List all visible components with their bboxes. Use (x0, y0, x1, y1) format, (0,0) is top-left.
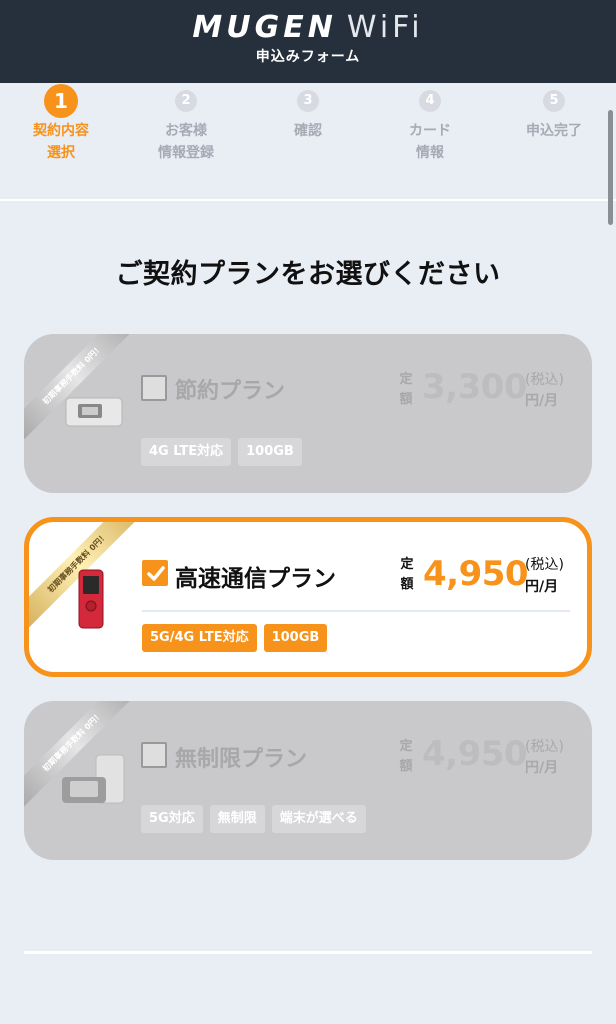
price-label: 定額 (399, 372, 413, 407)
step-5: 5 申込完了 (494, 86, 614, 142)
plan-price: 3,300 (422, 367, 528, 407)
price-unit: 円/月 (525, 760, 559, 776)
section-divider (24, 951, 592, 954)
step-label: 申込完了 (526, 123, 582, 139)
plan-tags: 4G LTE対応 100GB (141, 438, 302, 466)
plan-card-unlimited[interactable]: 初期事務手数料 0円！ 無制限プラン 定額 4,950 (税込) 円/月 5G対… (24, 701, 592, 860)
step-label: 契約内容 選択 (33, 123, 89, 161)
step-label: お客様 情報登録 (158, 123, 214, 161)
plan-tag: 4G LTE対応 (141, 438, 232, 466)
plan-name: 高速通信プラン (175, 566, 336, 592)
mugen-wifi-logo: MUGEN WiFi (0, 10, 616, 46)
plan-tag: 端末が選べる (271, 805, 366, 833)
checkmark-icon (147, 566, 165, 581)
plan-tag: 5G対応 (141, 805, 203, 833)
step-number: 4 (419, 90, 441, 112)
tax-included-label: (税込) (525, 739, 564, 755)
plan-tag: 100GB (263, 624, 328, 652)
pocket-router-image (65, 397, 123, 427)
plan-tags: 5G対応 無制限 端末が選べる (141, 805, 366, 833)
plan-tag: 無制限 (209, 805, 265, 833)
plan-price: 4,950 (423, 554, 529, 594)
step-number: 2 (175, 90, 197, 112)
step-number: 5 (543, 90, 565, 112)
plan-checkbox[interactable] (141, 375, 167, 401)
card-divider (142, 610, 570, 612)
price-label: 定額 (399, 739, 413, 774)
step-label: 確認 (294, 123, 322, 139)
progress-steps: 1 契約内容 選択 2 お客様 情報登録 3 確認 4 カード 情報 5 申込完… (0, 83, 616, 201)
plan-name: 無制限プラン (175, 747, 308, 772)
plan-price: 4,950 (422, 734, 528, 774)
logo-main-text: MUGEN (192, 10, 337, 45)
step-number: 1 (44, 84, 78, 118)
home-router-image (62, 754, 125, 804)
tax-included-label: (税込) (525, 557, 564, 573)
plan-card-saving[interactable]: 初期事務手数料 0円！ 節約プラン 定額 3,300 (税込) 円/月 4G L… (24, 334, 592, 493)
pocket-router-image (78, 569, 104, 629)
plan-name: 節約プラン (175, 379, 286, 404)
page-title: ご契約プランをお選びください (115, 259, 501, 290)
step-2: 2 お客様 情報登録 (126, 86, 246, 164)
price-unit: 円/月 (525, 579, 559, 595)
form-subtitle: 申込みフォーム (255, 49, 361, 65)
scrollbar[interactable] (608, 110, 613, 225)
logo-sub-text: WiFi (346, 10, 424, 45)
header: MUGEN WiFi 申込みフォーム (0, 0, 616, 83)
price-label: 定額 (400, 557, 414, 592)
plan-card-high-speed[interactable]: 初期事務手数料 0円！ 高速通信プラン 定額 4,950 (税込) 円/月 5G… (24, 517, 592, 677)
step-number: 3 (297, 90, 319, 112)
step-3: 3 確認 (248, 86, 368, 142)
step-1: 1 契約内容 選択 (1, 84, 121, 164)
plan-tag: 100GB (238, 438, 302, 466)
price-unit: 円/月 (525, 393, 559, 409)
plan-checkbox[interactable] (142, 560, 168, 586)
plan-tags: 5G/4G LTE対応 100GB (142, 624, 328, 652)
tax-included-label: (税込) (525, 372, 564, 388)
step-label: カード 情報 (409, 123, 451, 161)
plan-checkbox[interactable] (141, 742, 167, 768)
step-4: 4 カード 情報 (370, 86, 490, 164)
plan-tag: 5G/4G LTE対応 (142, 624, 257, 652)
